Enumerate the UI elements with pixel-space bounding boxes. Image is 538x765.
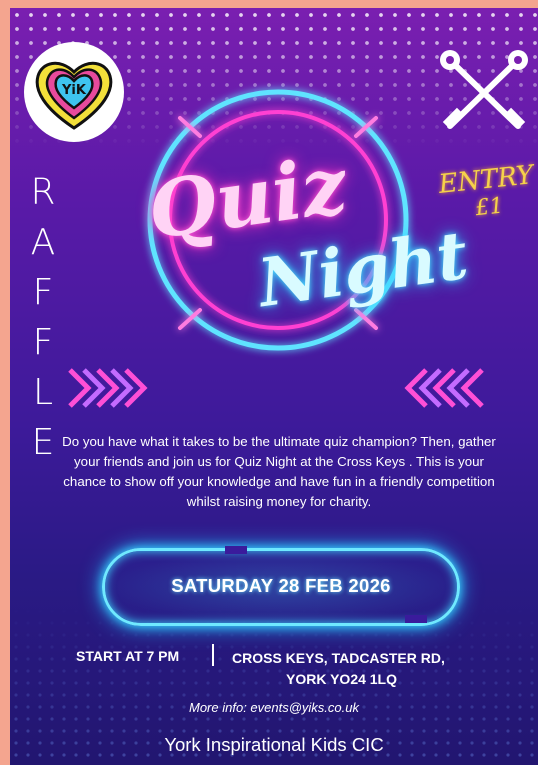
raffle-letter: A <box>30 222 56 263</box>
date-banner: SATURDAY 28 FEB 2026 <box>102 546 460 626</box>
event-start-time: START AT 7 PM <box>76 648 180 664</box>
raffle-letter: L <box>32 372 54 413</box>
quiz-night-poster: YiK ENTRY £1 R A F F L E Quiz Night Do y… <box>10 8 538 765</box>
event-date: SATURDAY 28 FEB 2026 <box>171 575 391 596</box>
svg-text:YiK: YiK <box>61 83 87 98</box>
raffle-vertical-text: R A F F L E <box>28 168 58 468</box>
raffle-letter: E <box>31 422 55 463</box>
event-description: Do you have what it takes to be the ulti… <box>62 434 496 509</box>
chevron-arrows-icon <box>68 368 148 408</box>
venue-line2: YORK YO24 1LQ <box>286 671 398 687</box>
yik-heart-logo: YiK <box>24 42 124 142</box>
event-venue: CROSS KEYS, TADCASTER RD, YORK YO24 1LQ <box>232 648 492 690</box>
organiser-name: York Inspirational Kids CIC <box>164 734 384 755</box>
raffle-letter: F <box>32 272 54 313</box>
crossed-keys-icon <box>440 50 528 129</box>
heart-logo-icon: YiK <box>35 61 113 130</box>
raffle-letter: F <box>32 322 54 363</box>
divider <box>212 644 214 666</box>
pill-gap <box>225 546 247 554</box>
raffle-letter: R <box>30 172 56 213</box>
venue-line1: CROSS KEYS, TADCASTER RD, <box>232 650 445 666</box>
pill-gap <box>405 615 427 623</box>
contact-info: More info: events@yiks.co.uk <box>189 700 359 715</box>
chevron-arrows-icon <box>404 368 484 408</box>
